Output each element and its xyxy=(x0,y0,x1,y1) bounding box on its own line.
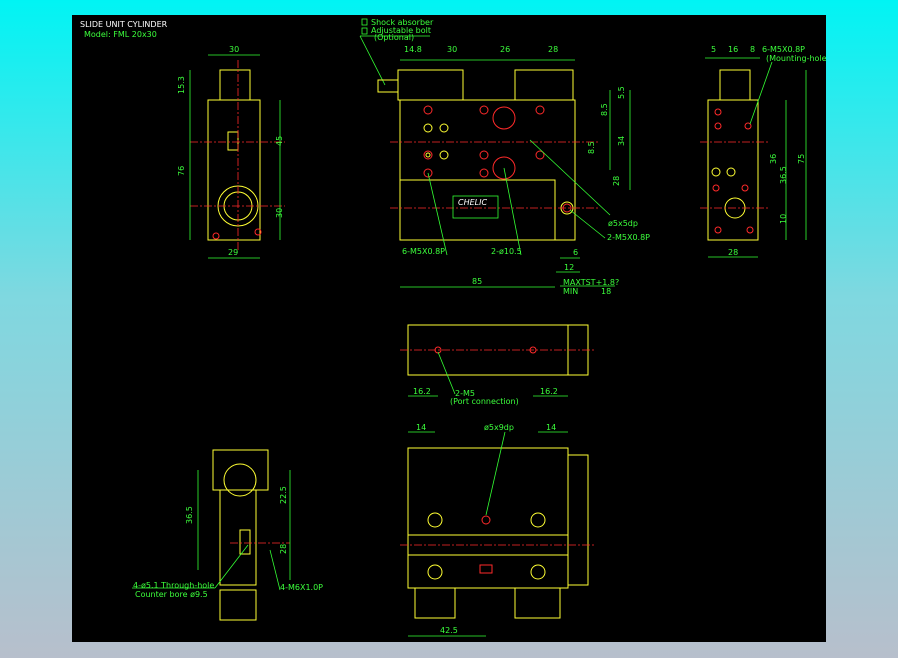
label-min: MIN xyxy=(563,287,578,296)
dim-right-v2: 75 xyxy=(797,154,806,164)
cad-drawing-canvas: SLIDE UNIT CYLINDER Model: FML 20x30 Sho… xyxy=(72,15,830,642)
dim-middle-right: 16.2 xyxy=(540,387,558,396)
dim-front-v1: 5.5 xyxy=(617,86,626,99)
label-end-tap: 4-M6X1.0P xyxy=(280,583,323,592)
dim-front-v3: 34 xyxy=(617,136,626,146)
label-through-hole: 4-ø5.1 Through-hole xyxy=(133,581,214,590)
dim-right-d1: 5 xyxy=(711,45,716,54)
dim-bottom-d2: 14 xyxy=(546,423,556,432)
dim-middle-left: 16.2 xyxy=(413,387,431,396)
label-bottom-hole: ø5x9dp xyxy=(484,423,514,432)
dim-front-85: 85 xyxy=(472,277,482,286)
legend-optional: (Optional) xyxy=(374,33,414,42)
dim-right-d2: 16 xyxy=(728,45,738,54)
dim-front-d4: 28 xyxy=(548,45,558,54)
dim-front-v2: 8.5 xyxy=(600,103,609,116)
dim-right-v3: 36.5 xyxy=(779,166,788,184)
dim-right-d3: 8 xyxy=(750,45,755,54)
dim-left-h2: 76 xyxy=(177,166,186,176)
model-label: Model: FML 20x30 xyxy=(84,30,157,39)
dim-end-v2: 22.5 xyxy=(279,486,288,504)
dim-left-top: 30 xyxy=(229,45,239,54)
cad-drawing: SLIDE UNIT CYLINDER Model: FML 20x30 Sho… xyxy=(80,18,830,637)
dim-front-d2: 30 xyxy=(447,45,457,54)
dim-right-v4: 10 xyxy=(779,214,788,224)
front-view: CHELIC 14.8 30 26 28 5.5 8.5 34 8.5 28 ø… xyxy=(377,45,650,296)
dim-front-12: 12 xyxy=(564,263,574,272)
dim-bottom-len: 42.5 xyxy=(440,626,458,635)
dim-left-h4: 30 xyxy=(275,208,284,218)
adjustable-bolt-symbol xyxy=(361,27,368,35)
dim-front-6: 6 xyxy=(573,248,578,257)
dim-left-bottom: 29 xyxy=(228,248,238,257)
label-hole-5x5dp: ø5x5dp xyxy=(608,219,638,228)
shock-absorber-symbol xyxy=(361,18,368,26)
right-side-view: 5 16 8 6-M5X0.8P (Mounting-hole) 36 75 3… xyxy=(700,45,830,258)
dim-front-d3: 26 xyxy=(500,45,510,54)
dim-front-d1: 14.8 xyxy=(404,45,422,54)
dim-right-v1: 36 xyxy=(769,154,778,164)
end-view: 36.5 22.5 28 4-ø5.1 Through-hole Counter… xyxy=(132,449,323,621)
label-min-value: 18 xyxy=(601,287,611,296)
dim-end-v1: 36.5 xyxy=(185,506,194,524)
brand-logo-text: CHELIC xyxy=(458,198,487,207)
dim-bottom-d1: 14 xyxy=(416,423,426,432)
label-right-tap: 6-M5X0.8P xyxy=(762,45,805,54)
label-bore: 2-ø10.5 xyxy=(491,247,522,256)
dim-end-v3: 28 xyxy=(279,544,288,554)
label-max-stroke: MAXTST+1.8? xyxy=(563,278,619,287)
dim-right-bottom: 28 xyxy=(728,248,738,257)
label-tap-m5: 6-M5X0.8P xyxy=(402,247,445,256)
dim-front-v4: 8.5 xyxy=(587,141,596,154)
label-mounting-hole: (Mounting-hole) xyxy=(766,54,826,63)
drawing-title: SLIDE UNIT CYLINDER xyxy=(80,20,168,29)
left-side-view: 30 15.3 76 45 30 29 xyxy=(177,45,285,259)
label-counter-bore: Counter bore ø9.5 xyxy=(135,590,208,599)
dim-left-h3: 45 xyxy=(275,136,284,146)
label-port-connection: (Port connection) xyxy=(450,397,519,406)
label-port-m5: 2-M5X0.8P xyxy=(607,233,650,242)
dim-left-h1: 15.3 xyxy=(177,76,186,94)
top-view: 16.2 16.2 2-M5 (Port connection) xyxy=(400,324,595,406)
dim-front-v5: 28 xyxy=(612,176,621,186)
legend: Shock absorber Adjustable bolt (Optional… xyxy=(359,18,434,86)
bottom-view: 14 14 ø5x9dp 42.5 xyxy=(400,423,595,637)
